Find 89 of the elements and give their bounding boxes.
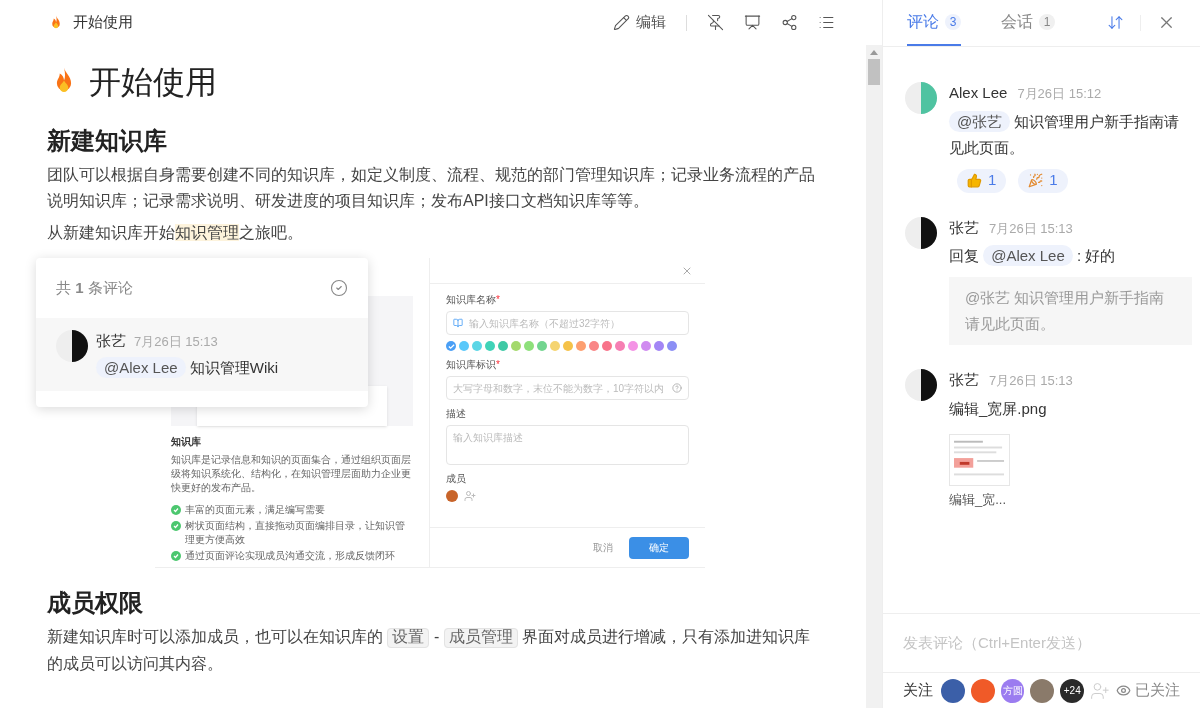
comment-input[interactable]: 发表评论（Ctrl+Enter发送） — [883, 613, 1200, 672]
resolve-icon[interactable] — [330, 279, 348, 297]
panel-tab[interactable]: 评论 3 — [907, 0, 961, 46]
color-swatch[interactable] — [485, 341, 495, 351]
color-swatch[interactable] — [511, 341, 521, 351]
eye-icon — [1116, 683, 1131, 698]
field-label: 成员 — [446, 472, 467, 486]
color-swatch[interactable] — [563, 341, 573, 351]
color-swatch[interactable] — [550, 341, 560, 351]
field-label: 描述 — [446, 407, 467, 421]
color-swatch[interactable] — [459, 341, 469, 351]
page-title: 开始使用 — [73, 12, 133, 33]
pencil-icon — [613, 14, 630, 31]
reaction-button[interactable]: 1 — [1018, 168, 1068, 193]
comment-author: 张艺 — [96, 331, 126, 351]
section-title: 知识库 — [171, 435, 202, 449]
color-swatch[interactable] — [628, 341, 638, 351]
avatar — [905, 369, 937, 401]
scroll-up-icon[interactable] — [870, 49, 878, 55]
color-swatch[interactable] — [615, 341, 625, 351]
presentation-icon[interactable] — [744, 14, 761, 31]
share-icon[interactable] — [781, 14, 798, 31]
check-icon — [171, 551, 181, 561]
comment-time: 7月26日 15:13 — [989, 372, 1073, 390]
panel-tab[interactable]: 会话 1 — [1001, 0, 1055, 46]
check-icon — [171, 521, 181, 531]
follower-avatar[interactable] — [970, 678, 995, 703]
add-follower-icon[interactable] — [1090, 680, 1110, 701]
feature-text: 通过页面评论实现成员沟通交流，形成反馈闭环 — [185, 549, 395, 563]
help-icon — [672, 383, 682, 393]
comment-time: 7月26日 15:13 — [989, 219, 1073, 238]
comment-text: @张艺 知识管理用户新手指南请见此页面。 — [949, 109, 1181, 158]
avatar — [56, 330, 88, 362]
add-member-icon[interactable] — [464, 490, 476, 502]
section-heading: 成员权限 — [47, 588, 144, 618]
comment-time: 7月26日 15:13 — [134, 333, 218, 351]
follower-avatar[interactable] — [1030, 678, 1055, 703]
scrollbar[interactable] — [866, 45, 882, 708]
comment-author: Alex Lee — [949, 83, 1008, 103]
quoted-comment: @张艺 知识管理用户新手指南请见此页面。 — [949, 277, 1192, 345]
party-popper-icon — [1028, 173, 1044, 188]
unpin-icon[interactable] — [707, 14, 724, 31]
field-label: 知识库名称* — [446, 293, 501, 307]
thumbs-up-icon — [967, 173, 982, 188]
comment-author: 张艺 — [949, 217, 979, 238]
comment-text: 回复 @Alex Lee : 好的 — [949, 244, 1117, 268]
feature-text: 树状页面结构，直接拖动页面编排目录，让知识管理更方便高效 — [185, 519, 406, 547]
color-swatch[interactable] — [589, 341, 599, 351]
reaction-button[interactable]: 1 — [957, 168, 1007, 193]
description: 知识库是记录信息和知识的页面集合，通过组织页面层级将知识系统化、结构化，在知识管理层面助力企业更快更好的发布产品。 — [171, 453, 412, 495]
comment-author: 张艺 — [949, 370, 979, 390]
member-avatar — [446, 490, 458, 502]
comment-text: @Alex Lee 知识管理Wiki — [96, 356, 279, 379]
outline-icon[interactable] — [818, 14, 835, 31]
color-swatch[interactable] — [654, 341, 664, 351]
follower-avatar[interactable]: 方圆 — [1000, 678, 1025, 703]
color-swatch[interactable] — [667, 341, 677, 351]
paragraph: 团队可以根据自身需要创建不同的知识库，如定义制度、流程、规范的部门管理知识库；记录业务流程的产品说明知识库；记录需求说明、研发进度的项目知识库；发布API接口文档知识库等等。 — [47, 165, 816, 211]
color-swatch[interactable] — [524, 341, 534, 351]
section-heading: 新建知识库 — [47, 126, 168, 156]
following-button[interactable]: 已关注 — [1116, 679, 1180, 702]
follow-label: 关注 — [903, 680, 933, 701]
color-swatch[interactable] — [641, 341, 651, 351]
color-swatch[interactable] — [602, 341, 612, 351]
book-icon — [453, 318, 463, 328]
cancel-button[interactable]: 取消 — [593, 540, 613, 555]
color-swatch[interactable] — [576, 341, 586, 351]
color-swatch[interactable] — [537, 341, 547, 351]
popup-title: 共 1 条评论 — [56, 277, 133, 298]
color-swatch[interactable] — [498, 341, 508, 351]
confirm-button[interactable]: 确定 — [629, 536, 689, 559]
color-swatch[interactable] — [446, 341, 456, 351]
field-label: 知识库标识* — [446, 358, 501, 372]
more-followers-badge[interactable]: +24 — [1060, 678, 1085, 703]
paragraph: 新建知识库时可以添加成员，也可以在知识库的 设置 - 成员管理 界面对成员进行增减，只有添加进知识库的成员可以访问其内容。 — [47, 627, 812, 674]
comment-time: 7月26日 15:12 — [1017, 85, 1102, 103]
follower-avatar[interactable] — [941, 678, 965, 703]
color-swatch[interactable] — [472, 341, 482, 351]
check-icon — [171, 505, 181, 515]
page-heading: 开始使用 — [89, 63, 217, 102]
avatar — [905, 216, 937, 249]
avatar — [905, 82, 937, 114]
feature-text: 丰富的页面元素，满足编写需要 — [185, 503, 325, 517]
file-name: 编辑_宽... — [949, 490, 1008, 509]
comment-text: 编辑_宽屏.png — [949, 398, 1048, 419]
scroll-thumb[interactable] — [868, 59, 880, 85]
paragraph: 从新建知识库开始知识管理之旅吧。 — [47, 223, 304, 243]
edit-button[interactable]: 编辑 — [613, 11, 666, 34]
sort-icon[interactable] — [1107, 14, 1124, 31]
